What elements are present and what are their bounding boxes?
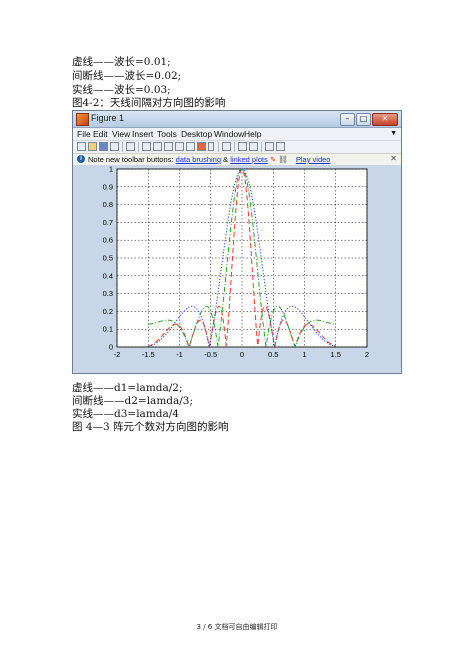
menu-desktop[interactable]: Desktop: [181, 129, 212, 139]
show-plot-tools-icon[interactable]: [276, 142, 285, 151]
y-tick-label: 1: [109, 165, 113, 174]
matlab-icon: [76, 113, 89, 126]
toolbar: [73, 140, 401, 153]
menu-window[interactable]: Window: [214, 129, 244, 139]
toolbar-separator: [234, 142, 235, 152]
zoom-in-icon[interactable]: [142, 142, 151, 151]
caption-line-2: 间断线——波长=0.02;: [72, 70, 182, 82]
rotate-icon[interactable]: [175, 142, 184, 151]
x-tick-label: -2: [114, 350, 121, 359]
x-tick-label: -1.5: [142, 350, 155, 359]
link-plot-icon[interactable]: [222, 142, 231, 151]
y-tick-label: 0.8: [103, 200, 113, 209]
y-tick-label: 0.3: [103, 289, 113, 298]
caption-line-5: 间断线——d2=lamda/3;: [72, 395, 194, 407]
hide-plot-tools-icon[interactable]: [265, 142, 274, 151]
x-tick-label: -1: [176, 350, 183, 359]
close-button[interactable]: ✕: [372, 113, 398, 126]
brush-icon[interactable]: [197, 142, 206, 151]
y-tick-label: 0.1: [103, 325, 113, 334]
figure-caption-4-2: 图4-2：天线间隔对方向图的影响: [72, 97, 226, 109]
info-message: Note new toolbar buttons: data brushing …: [88, 155, 331, 164]
caption-line-6: 实线——d3=lamda/4: [72, 408, 179, 420]
y-tick-label: 0.5: [103, 254, 113, 263]
y-tick-label: 0: [109, 343, 113, 352]
figure-window: Figure 1 – □ ✕ File Edit View Insert Too…: [72, 110, 402, 374]
x-tick-label: 1: [302, 350, 306, 359]
play-video-link[interactable]: Play video: [296, 155, 331, 164]
zoom-out-icon[interactable]: [153, 142, 162, 151]
menu-help[interactable]: Help: [244, 129, 261, 139]
menu-overflow-icon[interactable]: ▼: [390, 130, 397, 137]
y-tick-label: 0.2: [103, 307, 113, 316]
print-icon[interactable]: [110, 142, 119, 151]
y-tick-label: 0.4: [103, 271, 113, 280]
toolbar-separator: [261, 142, 262, 152]
data-cursor-icon[interactable]: [186, 142, 195, 151]
toolbar-separator: [122, 142, 123, 152]
colorbar-icon[interactable]: [238, 142, 247, 151]
open-icon[interactable]: [88, 142, 97, 151]
menu-bar: File Edit View Insert Tools Desktop Wind…: [73, 128, 401, 140]
window-title: Figure 1: [91, 113, 125, 123]
x-tick-label: 0.5: [268, 350, 278, 359]
menu-insert[interactable]: Insert: [132, 129, 153, 139]
new-figure-icon[interactable]: [77, 142, 86, 151]
caption-line-4: 虚线——d1=lamda/2;: [72, 382, 183, 394]
x-tick-label: 2: [365, 350, 369, 359]
toolbar-separator: [138, 142, 139, 152]
chart-svg: -2 -1.5 -1 -0.5 0 0.5 1 1.5 2 0 0.1 0.2 0.3 0.4 0.5 0.6…: [103, 165, 370, 360]
x-tick-label: 1.5: [331, 350, 341, 359]
brush-dropdown-icon[interactable]: [208, 142, 214, 151]
x-tick-label: 0: [240, 350, 244, 359]
menu-edit[interactable]: Edit: [93, 129, 108, 139]
link-icon: ⛓: [278, 155, 288, 164]
plot-area: -2 -1.5 -1 -0.5 0 0.5 1 1.5 2 0 0.1 0.2 0.3 0.4 0.5 0.6…: [73, 165, 401, 373]
data-brushing-link[interactable]: data brushing: [176, 155, 221, 164]
x-tick-label: -0.5: [204, 350, 217, 359]
edit-plot-icon[interactable]: [126, 142, 135, 151]
page-footer: 3 / 6 文档可自由编辑打印: [196, 623, 278, 631]
y-tick-label: 0.7: [103, 218, 113, 227]
info-bar: i Note new toolbar buttons: data brushin…: [73, 153, 401, 165]
caption-line-3: 实线——波长=0.03;: [72, 84, 171, 96]
maximize-button[interactable]: □: [356, 113, 371, 126]
menu-view[interactable]: View: [112, 129, 130, 139]
figure-caption-4-3: 图 4—3 阵元个数对方向图的影响: [72, 421, 229, 433]
brush-icon: ✎: [269, 155, 277, 164]
linked-plots-link[interactable]: linked plots: [230, 155, 268, 164]
legend-icon[interactable]: [249, 142, 258, 151]
pan-icon[interactable]: [164, 142, 173, 151]
y-tick-label: 0.9: [103, 182, 113, 191]
y-tick-label: 0.6: [103, 236, 113, 245]
save-icon[interactable]: [99, 142, 108, 151]
caption-line-1: 虚线——波长=0.01;: [72, 56, 171, 68]
toolbar-separator: [218, 142, 219, 152]
menu-tools[interactable]: Tools: [157, 129, 177, 139]
info-icon: i: [77, 155, 85, 163]
menu-file[interactable]: File: [77, 129, 91, 139]
title-bar[interactable]: Figure 1 – □ ✕: [73, 111, 401, 128]
minimize-button[interactable]: –: [340, 113, 355, 126]
close-info-icon[interactable]: ✕: [390, 154, 397, 163]
